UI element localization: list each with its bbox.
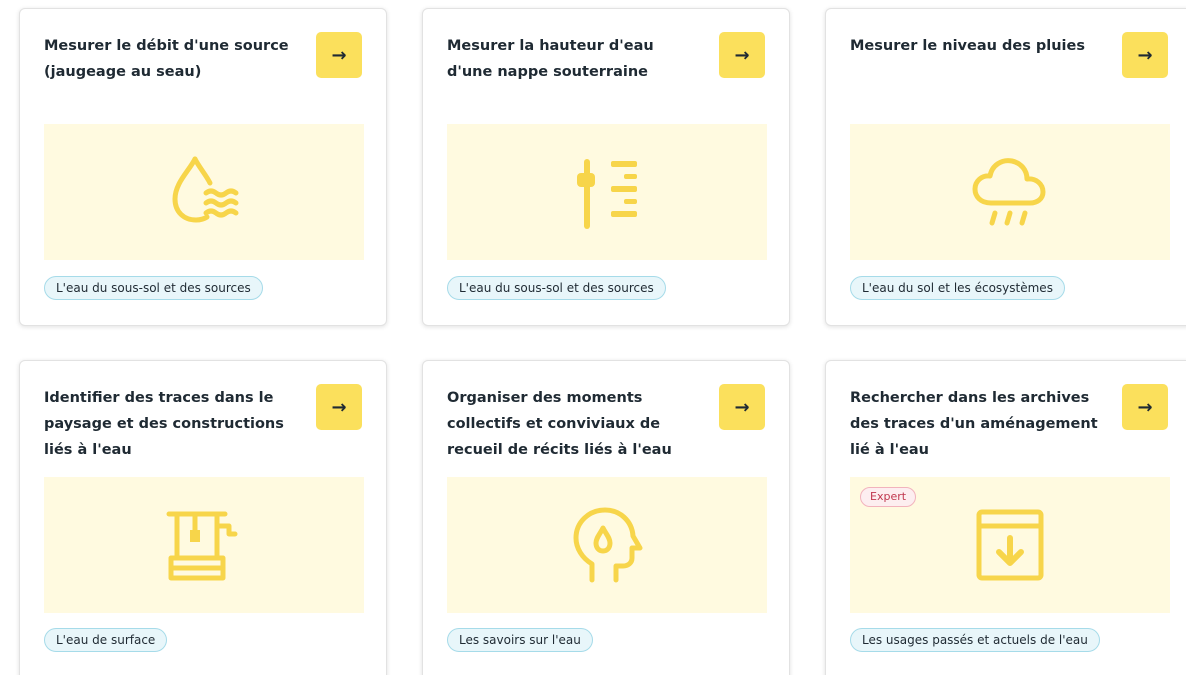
- activity-card-grid: Mesurer le débit d'une source (jaugeage …: [0, 0, 1186, 675]
- card-illustration: Expert: [850, 477, 1170, 613]
- open-arrow-button[interactable]: →: [1122, 32, 1168, 78]
- theme-tag: Les savoirs sur l'eau: [447, 628, 593, 652]
- archive-download-icon: [976, 509, 1044, 581]
- arrow-right-icon: →: [1137, 396, 1153, 418]
- card-illustration: [44, 477, 364, 613]
- theme-tag: L'eau de surface: [44, 628, 168, 652]
- activity-card[interactable]: Mesurer la hauteur d'eau d'une nappe sou…: [422, 8, 790, 326]
- card-title[interactable]: Mesurer le niveau des pluies: [850, 33, 1105, 59]
- expert-badge: Expert: [860, 487, 917, 507]
- open-arrow-button[interactable]: →: [719, 32, 765, 78]
- water-drop-flow-icon: [172, 156, 239, 223]
- activity-card[interactable]: Identifier des traces dans le paysage et…: [19, 360, 387, 675]
- card-illustration: [44, 124, 364, 260]
- theme-tag: Les usages passés et actuels de l'eau: [850, 628, 1100, 652]
- activity-card[interactable]: Organiser des moments collectifs et conv…: [422, 360, 790, 675]
- water-gauge-icon: [577, 159, 637, 229]
- activity-card[interactable]: Rechercher dans les archives des traces …: [825, 360, 1186, 675]
- card-illustration: [447, 124, 767, 260]
- card-title[interactable]: Rechercher dans les archives des traces …: [850, 385, 1105, 463]
- open-arrow-button[interactable]: →: [316, 32, 362, 78]
- water-well-icon: [166, 511, 238, 581]
- theme-tag: L'eau du sous-sol et des sources: [44, 276, 263, 300]
- card-title[interactable]: Mesurer le débit d'une source (jaugeage …: [44, 33, 299, 85]
- card-illustration: [447, 477, 767, 613]
- theme-tag: L'eau du sous-sol et des sources: [447, 276, 666, 300]
- rain-cloud-icon: [972, 158, 1046, 226]
- open-arrow-button[interactable]: →: [1122, 384, 1168, 430]
- card-title[interactable]: Mesurer la hauteur d'eau d'une nappe sou…: [447, 33, 702, 85]
- head-water-drop-icon: [573, 507, 643, 583]
- card-title[interactable]: Identifier des traces dans le paysage et…: [44, 385, 299, 463]
- activity-card[interactable]: Mesurer le débit d'une source (jaugeage …: [19, 8, 387, 326]
- theme-tag: L'eau du sol et les écosystèmes: [850, 276, 1065, 300]
- arrow-right-icon: →: [331, 44, 347, 66]
- arrow-right-icon: →: [734, 396, 750, 418]
- arrow-right-icon: →: [734, 44, 750, 66]
- open-arrow-button[interactable]: →: [316, 384, 362, 430]
- card-title[interactable]: Organiser des moments collectifs et conv…: [447, 385, 702, 463]
- arrow-right-icon: →: [331, 396, 347, 418]
- card-illustration: [850, 124, 1170, 260]
- activity-card[interactable]: Mesurer le niveau des pluies → L'eau du …: [825, 8, 1186, 326]
- open-arrow-button[interactable]: →: [719, 384, 765, 430]
- arrow-right-icon: →: [1137, 44, 1153, 66]
